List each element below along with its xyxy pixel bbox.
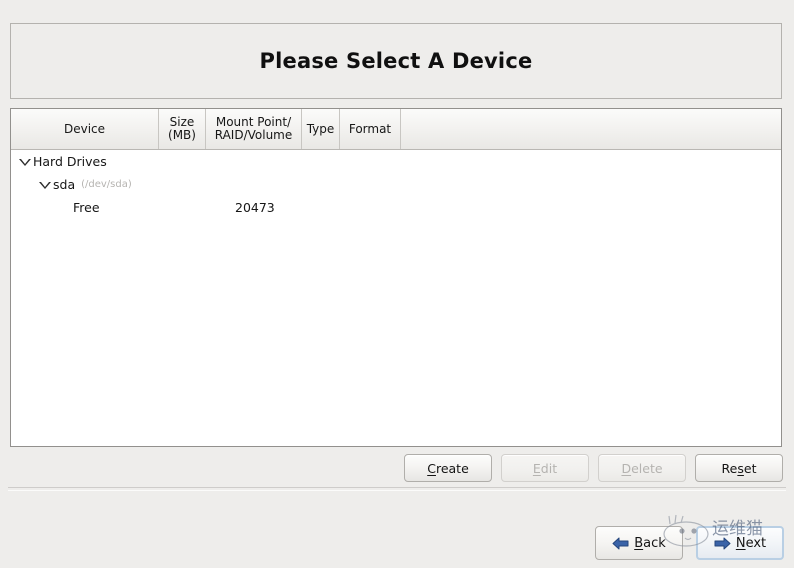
partition-action-bar: Create Edit Delete Reset [0, 453, 794, 483]
expander-triangle-down-icon[interactable] [17, 154, 33, 170]
column-header-device[interactable]: Device [11, 109, 159, 149]
footer-separator [8, 487, 786, 491]
page-title: Please Select A Device [259, 49, 533, 73]
create-button[interactable]: Create [404, 454, 492, 482]
create-button-label: Create [427, 460, 469, 476]
column-header-format[interactable]: Format [340, 109, 401, 149]
tree-row-cells: sda (/dev/sda) [53, 177, 781, 192]
next-button[interactable]: Next [696, 526, 784, 560]
delete-button-label: Delete [621, 460, 663, 476]
tree-row-device-path: (/dev/sda) [81, 179, 132, 190]
tree-row-size: 20473 [235, 200, 275, 215]
expander-triangle-down-icon[interactable] [37, 177, 53, 193]
reset-button[interactable]: Reset [695, 454, 783, 482]
column-header-mount-point-raid-volume[interactable]: Mount Point/ RAID/Volume [206, 109, 302, 149]
tree-row-label: Hard Drives [33, 154, 107, 169]
edit-button-label: Edit [532, 460, 558, 476]
device-list-frame: Device Size (MB) Mount Point/ RAID/Volum… [10, 108, 782, 447]
tree-row-label: sda [53, 177, 76, 192]
wizard-nav-bar: Back Next [582, 526, 784, 560]
tree-row-sda[interactable]: sda (/dev/sda) [11, 173, 781, 196]
next-button-label: Next [735, 535, 767, 551]
column-header-size-mb[interactable]: Size (MB) [159, 109, 206, 149]
tree-row-label: Free [73, 200, 100, 215]
reset-button-label: Reset [721, 460, 757, 476]
arrow-left-icon [612, 536, 629, 551]
device-tree[interactable]: Hard Drives sda (/dev/sda) Free 20473 [11, 150, 781, 446]
tree-row-hard-drives[interactable]: Hard Drives [11, 150, 781, 173]
back-button[interactable]: Back [595, 526, 683, 560]
arrow-right-icon [714, 536, 731, 551]
tree-row-free[interactable]: Free 20473 [11, 196, 781, 219]
dialog-title-frame: Please Select A Device [10, 23, 782, 99]
edit-button[interactable]: Edit [501, 454, 589, 482]
tree-row-cells: Free 20473 [73, 200, 781, 215]
column-header-filler [401, 109, 781, 149]
expander-placeholder-icon [57, 200, 73, 216]
tree-row-cells: Hard Drives [33, 154, 781, 169]
back-button-label: Back [634, 535, 666, 551]
table-column-header: Device Size (MB) Mount Point/ RAID/Volum… [11, 109, 781, 150]
delete-button[interactable]: Delete [598, 454, 686, 482]
column-header-type[interactable]: Type [302, 109, 340, 149]
